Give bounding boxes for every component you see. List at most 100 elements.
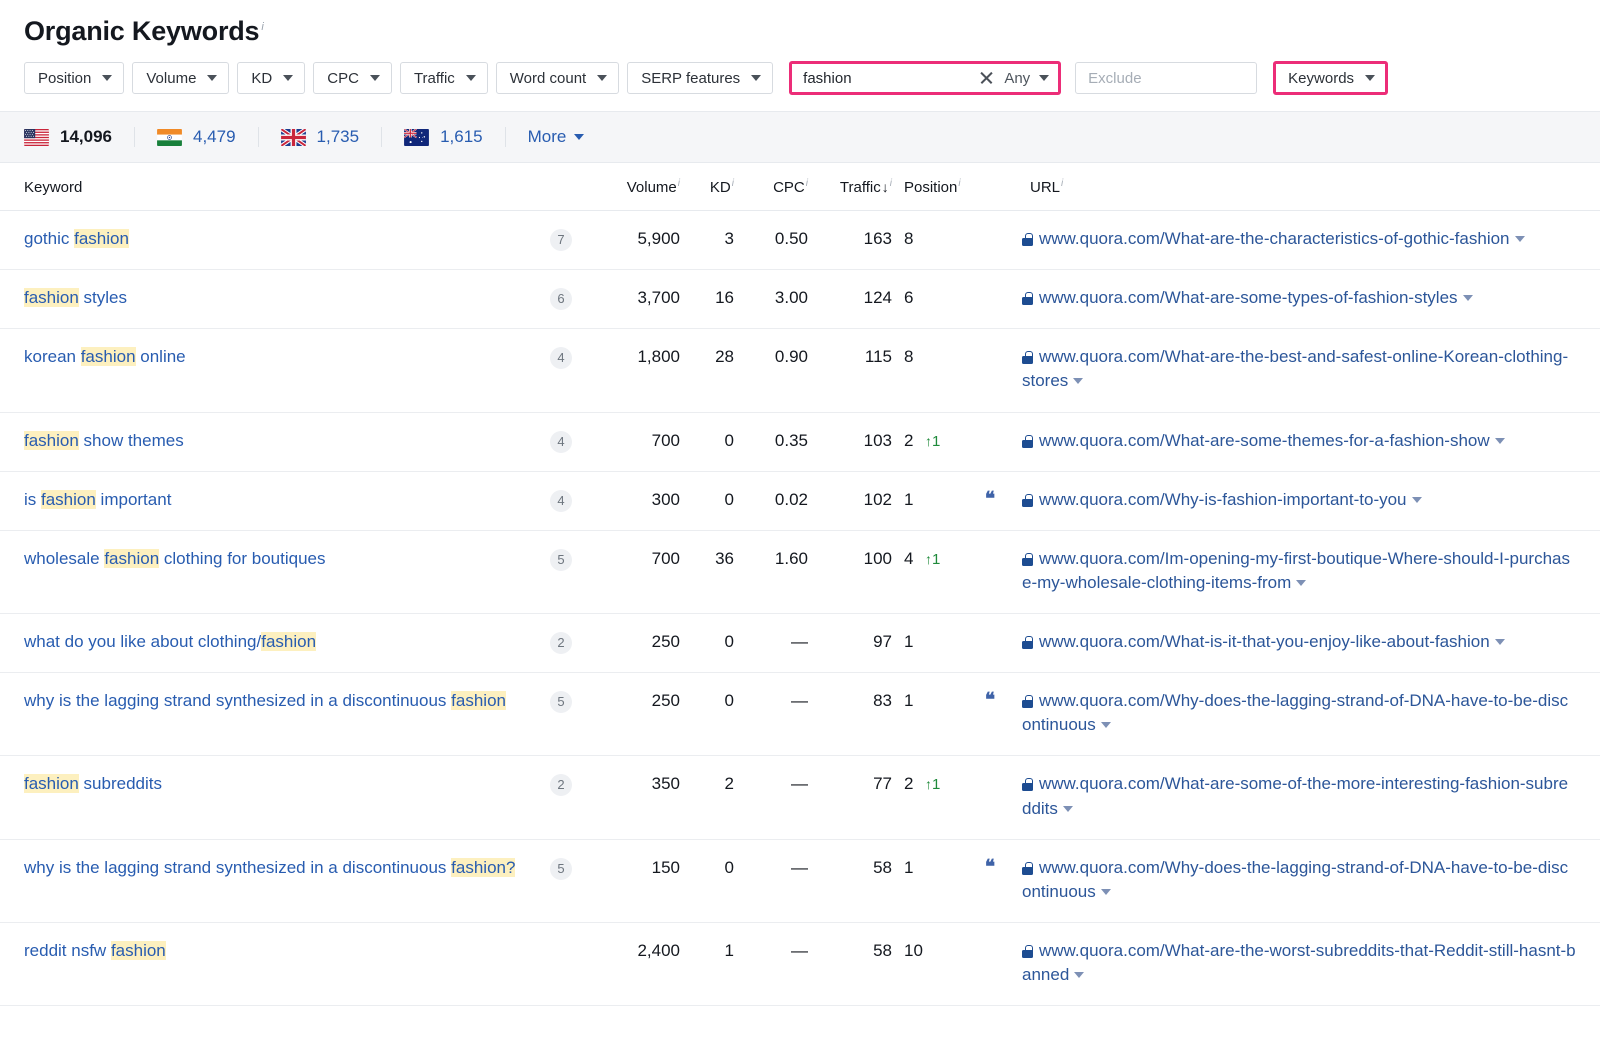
info-icon[interactable]: i <box>890 178 892 189</box>
keyword-link[interactable]: korean fashion online <box>24 347 186 366</box>
search-input[interactable]: fashion <box>803 70 978 87</box>
column-header-url[interactable]: URLi <box>1012 163 1600 211</box>
url-link[interactable]: www.quora.com/What-are-the-worst-subredd… <box>1022 941 1576 984</box>
filter-serp-features-label: SERP features <box>641 70 740 87</box>
scope-selector-button[interactable]: Keywords <box>1276 64 1385 92</box>
serp-results-badge[interactable]: 5 <box>550 549 572 571</box>
sort-descending-icon[interactable]: ↓ <box>882 179 889 195</box>
url-link[interactable]: www.quora.com/What-are-some-themes-for-a… <box>1039 431 1490 450</box>
url-link[interactable]: www.quora.com/Why-is-fashion-important-t… <box>1039 490 1407 509</box>
chevron-down-icon[interactable] <box>1296 580 1306 586</box>
serp-results-badge[interactable]: 6 <box>550 288 572 310</box>
url-link[interactable]: www.quora.com/What-are-some-types-of-fas… <box>1039 288 1458 307</box>
keyword-link[interactable]: why is the lagging strand synthesized in… <box>24 858 515 877</box>
filter-kd-button[interactable]: KD <box>237 62 305 94</box>
keyword-link[interactable]: fashion show themes <box>24 431 184 450</box>
chevron-down-icon[interactable] <box>1039 75 1049 81</box>
country-more-button[interactable]: More <box>505 127 585 147</box>
featured-snippet-quote-icon[interactable]: ❝ <box>985 857 995 878</box>
serp-results-badge[interactable]: 4 <box>550 490 572 512</box>
serp-results-badge[interactable]: 4 <box>550 347 572 369</box>
column-header-kd[interactable]: KDi <box>680 163 734 211</box>
keyword-link[interactable]: what do you like about clothing/fashion <box>24 632 316 651</box>
country-item-gb[interactable]: 1,735 <box>258 127 382 147</box>
keyword-link[interactable]: is fashion important <box>24 490 171 509</box>
keyword-link[interactable]: fashion subreddits <box>24 774 162 793</box>
serp-results-badge[interactable]: 2 <box>550 774 572 796</box>
chevron-down-icon[interactable] <box>1495 639 1505 645</box>
info-icon[interactable]: i <box>958 178 960 189</box>
url-link[interactable]: www.quora.com/What-are-the-best-and-safe… <box>1022 347 1568 390</box>
column-header-position[interactable]: Positioni <box>892 163 968 211</box>
close-icon[interactable] <box>978 70 994 86</box>
info-icon[interactable]: i <box>806 178 808 189</box>
keyword-link[interactable]: wholesale fashion clothing for boutiques <box>24 549 326 568</box>
keyword-search-box[interactable]: fashion Any <box>792 64 1058 92</box>
chevron-down-icon[interactable] <box>1495 438 1505 444</box>
filter-position-button[interactable]: Position <box>24 62 124 94</box>
serp-results-badge[interactable]: 4 <box>550 431 572 453</box>
featured-snippet-quote-icon[interactable]: ❝ <box>985 489 995 510</box>
column-header-traffic[interactable]: Traffic↓i <box>808 163 892 211</box>
match-mode-label[interactable]: Any <box>1004 70 1030 87</box>
lock-icon <box>1022 778 1033 791</box>
chevron-down-icon[interactable] <box>1073 378 1083 384</box>
chevron-down-icon <box>283 75 293 81</box>
country-item-au[interactable]: 1,615 <box>381 127 505 147</box>
cell-serp-feature <box>968 922 1012 1005</box>
chevron-down-icon[interactable] <box>1412 497 1422 503</box>
page-title-info-icon[interactable]: i <box>261 21 263 33</box>
chevron-down-icon[interactable] <box>1101 722 1111 728</box>
keyword-link[interactable]: gothic fashion <box>24 229 129 248</box>
country-item-us[interactable]: 14,096 <box>24 127 134 147</box>
cell-traffic: 102 <box>808 471 892 530</box>
url-link[interactable]: www.quora.com/What-is-it-that-you-enjoy-… <box>1039 632 1490 651</box>
serp-results-badge[interactable]: 5 <box>550 858 572 880</box>
chevron-down-icon[interactable] <box>1101 889 1111 895</box>
column-header-cpc[interactable]: CPCi <box>734 163 808 211</box>
url-link[interactable]: www.quora.com/What-are-the-characteristi… <box>1039 229 1510 248</box>
country-count-au: 1,615 <box>440 127 483 147</box>
serp-results-badge[interactable]: 5 <box>550 691 572 713</box>
cell-keyword: fashion show themes <box>0 412 536 471</box>
chevron-down-icon[interactable] <box>1463 295 1473 301</box>
chevron-down-icon[interactable] <box>1063 806 1073 812</box>
filter-traffic-button[interactable]: Traffic <box>400 62 488 94</box>
keyword-link[interactable]: fashion styles <box>24 288 127 307</box>
serp-results-badge[interactable]: 2 <box>550 632 572 654</box>
cell-serp-count <box>536 922 588 1005</box>
country-item-in[interactable]: 4,479 <box>134 127 258 147</box>
featured-snippet-quote-icon[interactable]: ❝ <box>985 690 995 711</box>
column-header-keyword[interactable]: Keyword <box>0 163 536 211</box>
position-value: 6 <box>904 286 918 310</box>
cell-volume: 5,900 <box>588 211 680 270</box>
keyword-link[interactable]: why is the lagging strand synthesized in… <box>24 691 506 710</box>
arrow-up-icon: ↑ <box>925 551 932 567</box>
filter-serp-features-button[interactable]: SERP features <box>627 62 773 94</box>
lock-icon <box>1022 292 1033 305</box>
filter-cpc-button[interactable]: CPC <box>313 62 392 94</box>
flag-in-icon <box>157 129 182 146</box>
keyword-text: subreddits <box>79 774 162 793</box>
position-value: 1 <box>904 488 918 512</box>
info-icon[interactable]: i <box>678 178 680 189</box>
keyword-match-highlight: fashion <box>74 229 129 248</box>
keyword-text: show themes <box>79 431 184 450</box>
keyword-link[interactable]: reddit nsfw fashion <box>24 941 166 960</box>
serp-results-badge[interactable]: 7 <box>550 229 572 251</box>
chevron-down-icon[interactable] <box>1515 236 1525 242</box>
url-link[interactable]: www.quora.com/What-are-some-of-the-more-… <box>1022 774 1568 817</box>
cell-keyword: fashion styles <box>0 270 536 329</box>
exclude-input[interactable]: Exclude <box>1075 62 1257 94</box>
cell-position: 2↑1 <box>892 756 968 839</box>
filter-word-count-button[interactable]: Word count <box>496 62 619 94</box>
keyword-text: wholesale <box>24 549 104 568</box>
scope-selector-label: Keywords <box>1288 70 1354 87</box>
column-header-volume[interactable]: Volumei <box>588 163 680 211</box>
cell-cpc: 0.50 <box>734 211 808 270</box>
info-icon[interactable]: i <box>732 178 734 189</box>
info-icon[interactable]: i <box>1061 178 1063 189</box>
filter-volume-button[interactable]: Volume <box>132 62 229 94</box>
chevron-down-icon[interactable] <box>1074 972 1084 978</box>
flag-au-icon <box>404 129 429 146</box>
